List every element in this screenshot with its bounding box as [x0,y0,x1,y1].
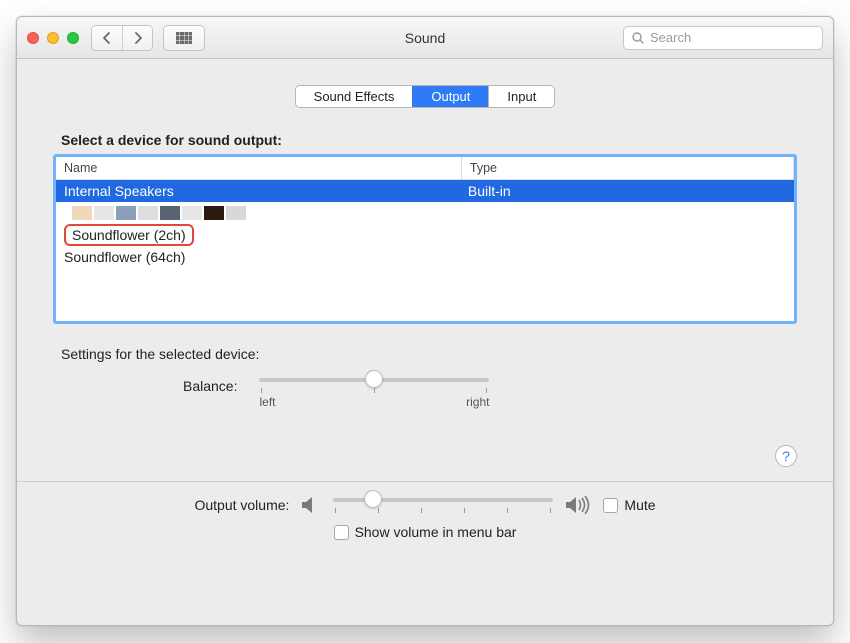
back-button[interactable] [92,26,122,50]
search-placeholder: Search [650,30,691,45]
output-volume-label: Output volume: [194,497,289,513]
minimize-window-button[interactable] [47,32,59,44]
forward-button[interactable] [122,26,152,50]
column-header-name[interactable]: Name [56,157,462,179]
footer: Output volume: [53,482,797,540]
balance-label: Balance: [183,378,237,394]
tab-sound-effects[interactable]: Sound Effects [296,86,413,107]
device-list: Name Type Internal Speakers Built-in [53,154,797,324]
nav-back-forward [91,25,153,51]
device-name: Internal Speakers [56,183,462,199]
device-name: Soundflower (64ch) [56,249,462,265]
device-row[interactable]: Soundflower (64ch) [56,246,794,268]
balance-control-row: Balance: left right [53,378,797,409]
balance-right-label: right [466,395,489,409]
mute-checkbox[interactable]: Mute [603,497,655,513]
help-button[interactable]: ? [775,445,797,467]
tab-output[interactable]: Output [412,86,488,107]
balance-slider-thumb[interactable] [365,370,383,388]
device-name: Soundflower (2ch) [64,224,194,246]
content-area: Sound Effects Output Input Select a devi… [17,59,833,625]
device-row[interactable]: Soundflower (2ch) [56,224,794,246]
balance-slider[interactable] [259,378,489,382]
sound-preferences-window: Sound Search Sound Effects Output Input … [16,16,834,626]
show-all-button[interactable] [163,25,205,51]
device-type: Built-in [462,183,794,199]
window-controls [27,32,79,44]
show-volume-menubar-label: Show volume in menu bar [355,524,517,540]
show-volume-menubar-checkbox[interactable]: Show volume in menu bar [334,524,517,540]
speaker-max-icon [565,496,591,514]
mute-label: Mute [624,497,655,513]
titlebar: Sound Search [17,17,833,59]
device-list-header: Name Type [56,157,794,180]
zoom-window-button[interactable] [67,32,79,44]
column-header-type[interactable]: Type [462,157,794,179]
settings-heading: Settings for the selected device: [61,346,797,362]
output-volume-thumb[interactable] [364,490,382,508]
device-list-heading: Select a device for sound output: [61,132,797,148]
balance-left-label: left [259,395,275,409]
output-volume-slider[interactable] [333,498,553,502]
tab-bar: Sound Effects Output Input [53,85,797,108]
device-row[interactable] [56,202,794,224]
obscured-region [72,206,462,220]
device-row[interactable]: Internal Speakers Built-in [56,180,794,202]
tab-input[interactable]: Input [488,86,554,107]
speaker-min-icon [301,496,321,514]
search-field[interactable]: Search [623,26,823,50]
search-icon [632,32,644,44]
checkbox-box [603,498,618,513]
help-icon: ? [782,448,790,464]
grid-icon [176,32,192,44]
close-window-button[interactable] [27,32,39,44]
checkbox-box [334,525,349,540]
